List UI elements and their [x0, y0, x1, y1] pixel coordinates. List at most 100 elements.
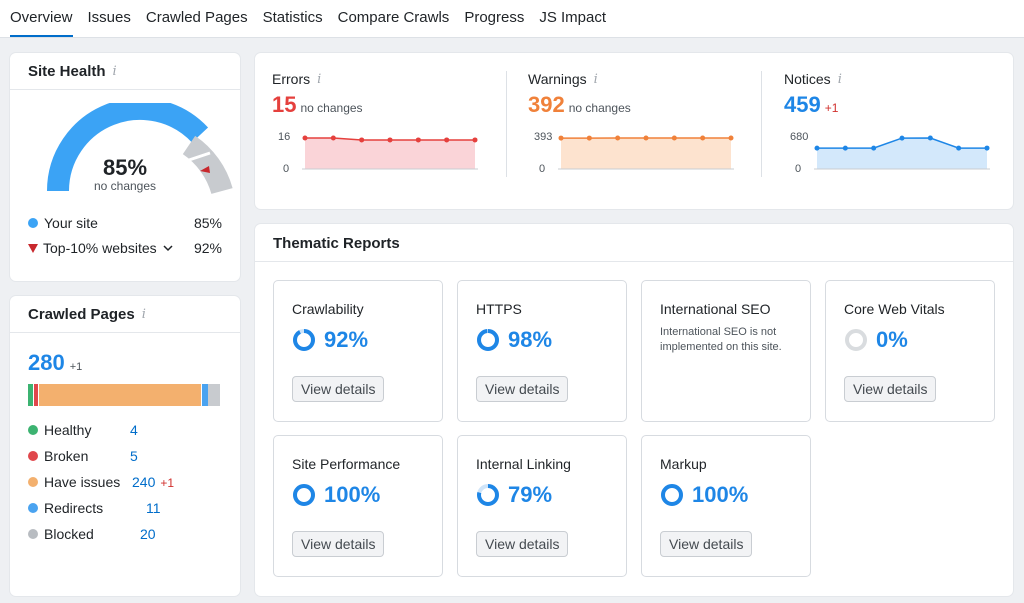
stats-divider — [506, 71, 507, 177]
stat-value[interactable]: 392 — [528, 92, 565, 118]
sparkline-point — [956, 145, 962, 151]
blocked-label: Blocked — [44, 526, 94, 542]
crawled-pages-title: Crawled Pages — [28, 306, 135, 323]
thematic-score[interactable]: 100% — [660, 482, 748, 508]
thematic-card-name[interactable]: Core Web Vitals — [844, 301, 945, 317]
site-health-percent: 85% — [102, 155, 148, 180]
sparkline-errors[interactable] — [302, 130, 478, 170]
crawled-row-broken[interactable]: Broken 5 — [28, 448, 188, 464]
tab-js-impact[interactable]: JS Impact — [539, 9, 606, 37]
sparkline-point — [586, 135, 592, 141]
sparkline-point — [415, 137, 421, 143]
info-icon[interactable]: i — [838, 72, 842, 87]
crawled-row-have-issues[interactable]: Have issues 240 +1 — [28, 474, 228, 490]
thematic-card-international-seo[interactable]: International SEO International SEO is no… — [641, 280, 811, 422]
sparkline-area — [305, 138, 475, 169]
view-details-button[interactable]: View details — [660, 531, 753, 557]
tab-statistics[interactable]: Statistics — [263, 9, 323, 37]
view-details-button[interactable]: View details — [292, 376, 385, 402]
axis-top-label: 16 — [278, 131, 291, 143]
thematic-card-core-web-vitals[interactable]: Core Web Vitals 0% View details — [825, 280, 995, 422]
thematic-percent[interactable]: 100% — [692, 482, 748, 508]
thematic-card-https[interactable]: HTTPS 98% View details — [457, 280, 627, 422]
bar-broken — [34, 384, 38, 406]
thematic-note: International SEO is not implemented on … — [660, 326, 782, 353]
broken-value[interactable]: 5 — [130, 448, 138, 464]
info-icon[interactable]: i — [142, 307, 146, 322]
tab-issues[interactable]: Issues — [88, 9, 131, 37]
thematic-card-name[interactable]: Internal Linking — [476, 456, 571, 472]
info-icon[interactable]: i — [594, 72, 598, 87]
view-details-button[interactable]: View details — [844, 376, 937, 402]
site-health-title: Site Health — [28, 63, 106, 80]
thematic-card-crawlability[interactable]: Crawlability 92% View details — [273, 280, 443, 422]
sparkline-point — [330, 135, 336, 141]
stat-label: Notices — [784, 71, 831, 87]
have-issues-number[interactable]: 240 — [132, 474, 155, 490]
thematic-percent[interactable]: 98% — [508, 327, 552, 353]
your-site-dot — [28, 218, 38, 228]
bar-have-issues — [39, 384, 201, 406]
bar-blocked — [208, 384, 220, 406]
axis-bottom-label: 0 — [795, 163, 802, 175]
crawled-row-healthy[interactable]: Healthy 4 — [28, 422, 188, 438]
crawled-row-blocked[interactable]: Blocked 20 — [28, 526, 188, 542]
sparkline-point — [643, 135, 649, 141]
crawled-total[interactable]: 280 — [28, 350, 65, 376]
info-icon[interactable]: i — [113, 64, 117, 79]
blocked-value[interactable]: 20 — [140, 526, 156, 542]
healthy-value[interactable]: 4 — [130, 422, 138, 438]
thematic-score[interactable]: 100% — [292, 482, 380, 508]
stat-change: no changes — [300, 101, 363, 115]
view-details-button[interactable]: View details — [476, 531, 569, 557]
your-site-value: 85% — [193, 215, 222, 231]
thematic-score[interactable]: 79% — [476, 482, 552, 508]
sparkline-point — [728, 135, 734, 141]
thematic-score[interactable]: 92% — [292, 327, 368, 353]
thematic-card-name[interactable]: Markup — [660, 456, 707, 472]
sparkline-warnings[interactable] — [558, 130, 734, 170]
your-site-label: Your site — [44, 215, 98, 231]
thematic-score[interactable]: 0% — [844, 327, 908, 353]
thematic-card-internal-linking[interactable]: Internal Linking 79% View details — [457, 435, 627, 577]
view-details-button[interactable]: View details — [476, 376, 569, 402]
thematic-card-name[interactable]: Crawlability — [292, 301, 364, 317]
axis-top-label: 393 — [534, 131, 553, 143]
thematic-percent[interactable]: 92% — [324, 327, 368, 353]
thematic-score[interactable]: 98% — [476, 327, 552, 353]
sparkline-point — [472, 137, 478, 143]
info-icon[interactable]: i — [317, 72, 321, 87]
tab-compare-crawls[interactable]: Compare Crawls — [338, 9, 450, 37]
legend-top-websites[interactable]: Top-10% websites 92% — [28, 240, 222, 256]
tab-overview[interactable]: Overview — [10, 9, 73, 37]
thematic-card-name[interactable]: International SEO — [660, 301, 771, 317]
axis-bottom-label: 0 — [283, 163, 290, 175]
thematic-percent[interactable]: 0% — [876, 327, 908, 353]
tab-progress[interactable]: Progress — [464, 9, 524, 37]
broken-label: Broken — [44, 448, 89, 464]
axis-top-label: 680 — [790, 131, 809, 143]
sparkline-point — [814, 145, 820, 151]
thematic-card-name[interactable]: HTTPS — [476, 301, 522, 317]
sparkline-point — [984, 145, 990, 151]
redirects-value[interactable]: 11 — [146, 500, 161, 516]
stat-value[interactable]: 459 — [784, 92, 821, 118]
tab-bar: Overview Issues Crawled Pages Statistics… — [0, 0, 1024, 38]
crawled-row-redirects[interactable]: Redirects 11 — [28, 500, 188, 516]
chevron-down-icon[interactable] — [163, 244, 173, 252]
thematic-percent[interactable]: 100% — [324, 482, 380, 508]
tab-crawled-pages[interactable]: Crawled Pages — [146, 9, 248, 37]
thematic-card-site-performance[interactable]: Site Performance 100% View details — [273, 435, 443, 577]
top-triangle-icon — [28, 243, 38, 253]
have-issues-value[interactable]: 240 +1 — [132, 474, 174, 490]
stat-value[interactable]: 15 — [272, 92, 296, 118]
thematic-card-name[interactable]: Site Performance — [292, 456, 400, 472]
stats-divider — [761, 71, 762, 177]
sparkline-notices[interactable] — [814, 130, 990, 170]
thematic-card-markup[interactable]: Markup 100% View details — [641, 435, 811, 577]
have-issues-delta: +1 — [160, 476, 175, 490]
top-websites-value: 92% — [193, 240, 222, 256]
view-details-button[interactable]: View details — [292, 531, 385, 557]
progress-ring-icon — [293, 484, 315, 506]
thematic-percent[interactable]: 79% — [508, 482, 552, 508]
